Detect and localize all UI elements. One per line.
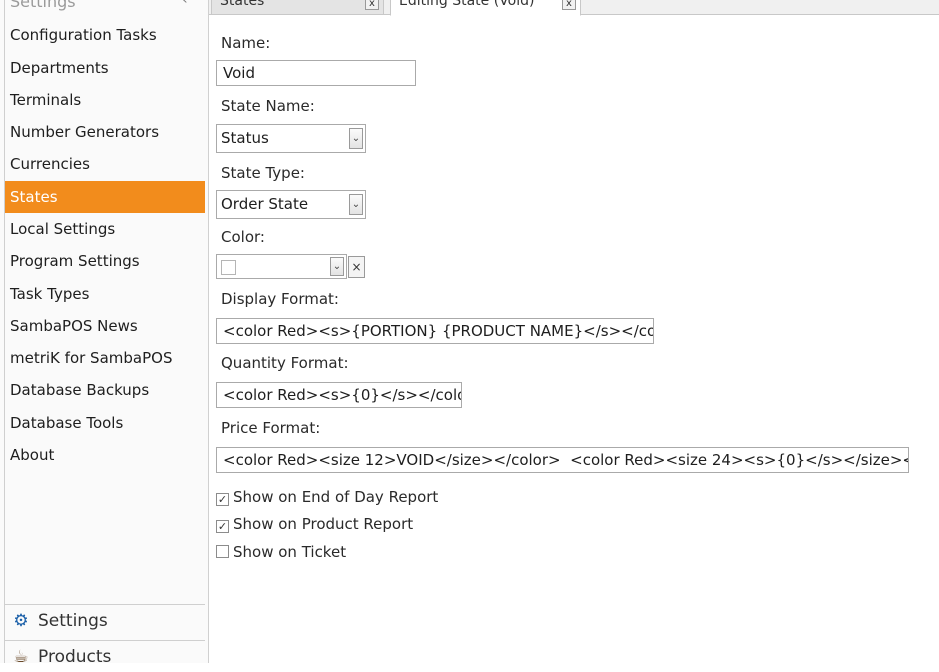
display-format-label: Display Format: (221, 290, 339, 308)
state-name-value: Status (221, 129, 269, 147)
edit-state-form: Name: Void State Name: Status ⌄ State Ty… (0, 0, 939, 663)
checkbox-unchecked[interactable] (216, 545, 229, 558)
chevron-down-icon[interactable]: ⌄ (349, 128, 363, 149)
color-swatch (221, 260, 236, 275)
state-name-select[interactable]: Status ⌄ (216, 124, 366, 153)
state-type-label: State Type: (221, 164, 305, 182)
chevron-down-icon[interactable]: ⌄ (349, 194, 363, 215)
checkbox-checked[interactable]: ✓ (216, 493, 229, 506)
checkbox-checked[interactable]: ✓ (216, 520, 229, 533)
name-label: Name: (221, 34, 271, 52)
color-label: Color: (221, 228, 265, 246)
show-on-ticket-checkbox[interactable]: Show on Ticket (216, 542, 346, 562)
price-format-label: Price Format: (221, 419, 321, 437)
state-type-value: Order State (221, 195, 309, 213)
checkbox-label: Show on Product Report (233, 515, 414, 533)
display-format-input[interactable]: <color Red><s>{PORTION} {PRODUCT NAME}</… (216, 318, 654, 344)
chevron-down-icon[interactable]: ⌄ (330, 257, 344, 276)
checkbox-label: Show on Ticket (233, 543, 347, 561)
quantity-format-input[interactable]: <color Red><s>{0}</s></color> (216, 382, 462, 408)
checkbox-label: Show on End of Day Report (233, 488, 439, 506)
name-input[interactable]: Void (216, 60, 416, 86)
state-type-select[interactable]: Order State ⌄ (216, 190, 366, 219)
price-format-input[interactable]: <color Red><size 12>VOID</size></color> … (216, 447, 909, 473)
show-on-product-report-checkbox[interactable]: ✓ Show on Product Report (216, 514, 413, 534)
clear-color-button[interactable]: × (348, 256, 365, 278)
quantity-format-label: Quantity Format: (221, 354, 349, 372)
show-on-end-of-day-report-checkbox[interactable]: ✓ Show on End of Day Report (216, 487, 438, 507)
color-picker[interactable]: ⌄ (216, 254, 347, 279)
state-name-label: State Name: (221, 97, 315, 115)
